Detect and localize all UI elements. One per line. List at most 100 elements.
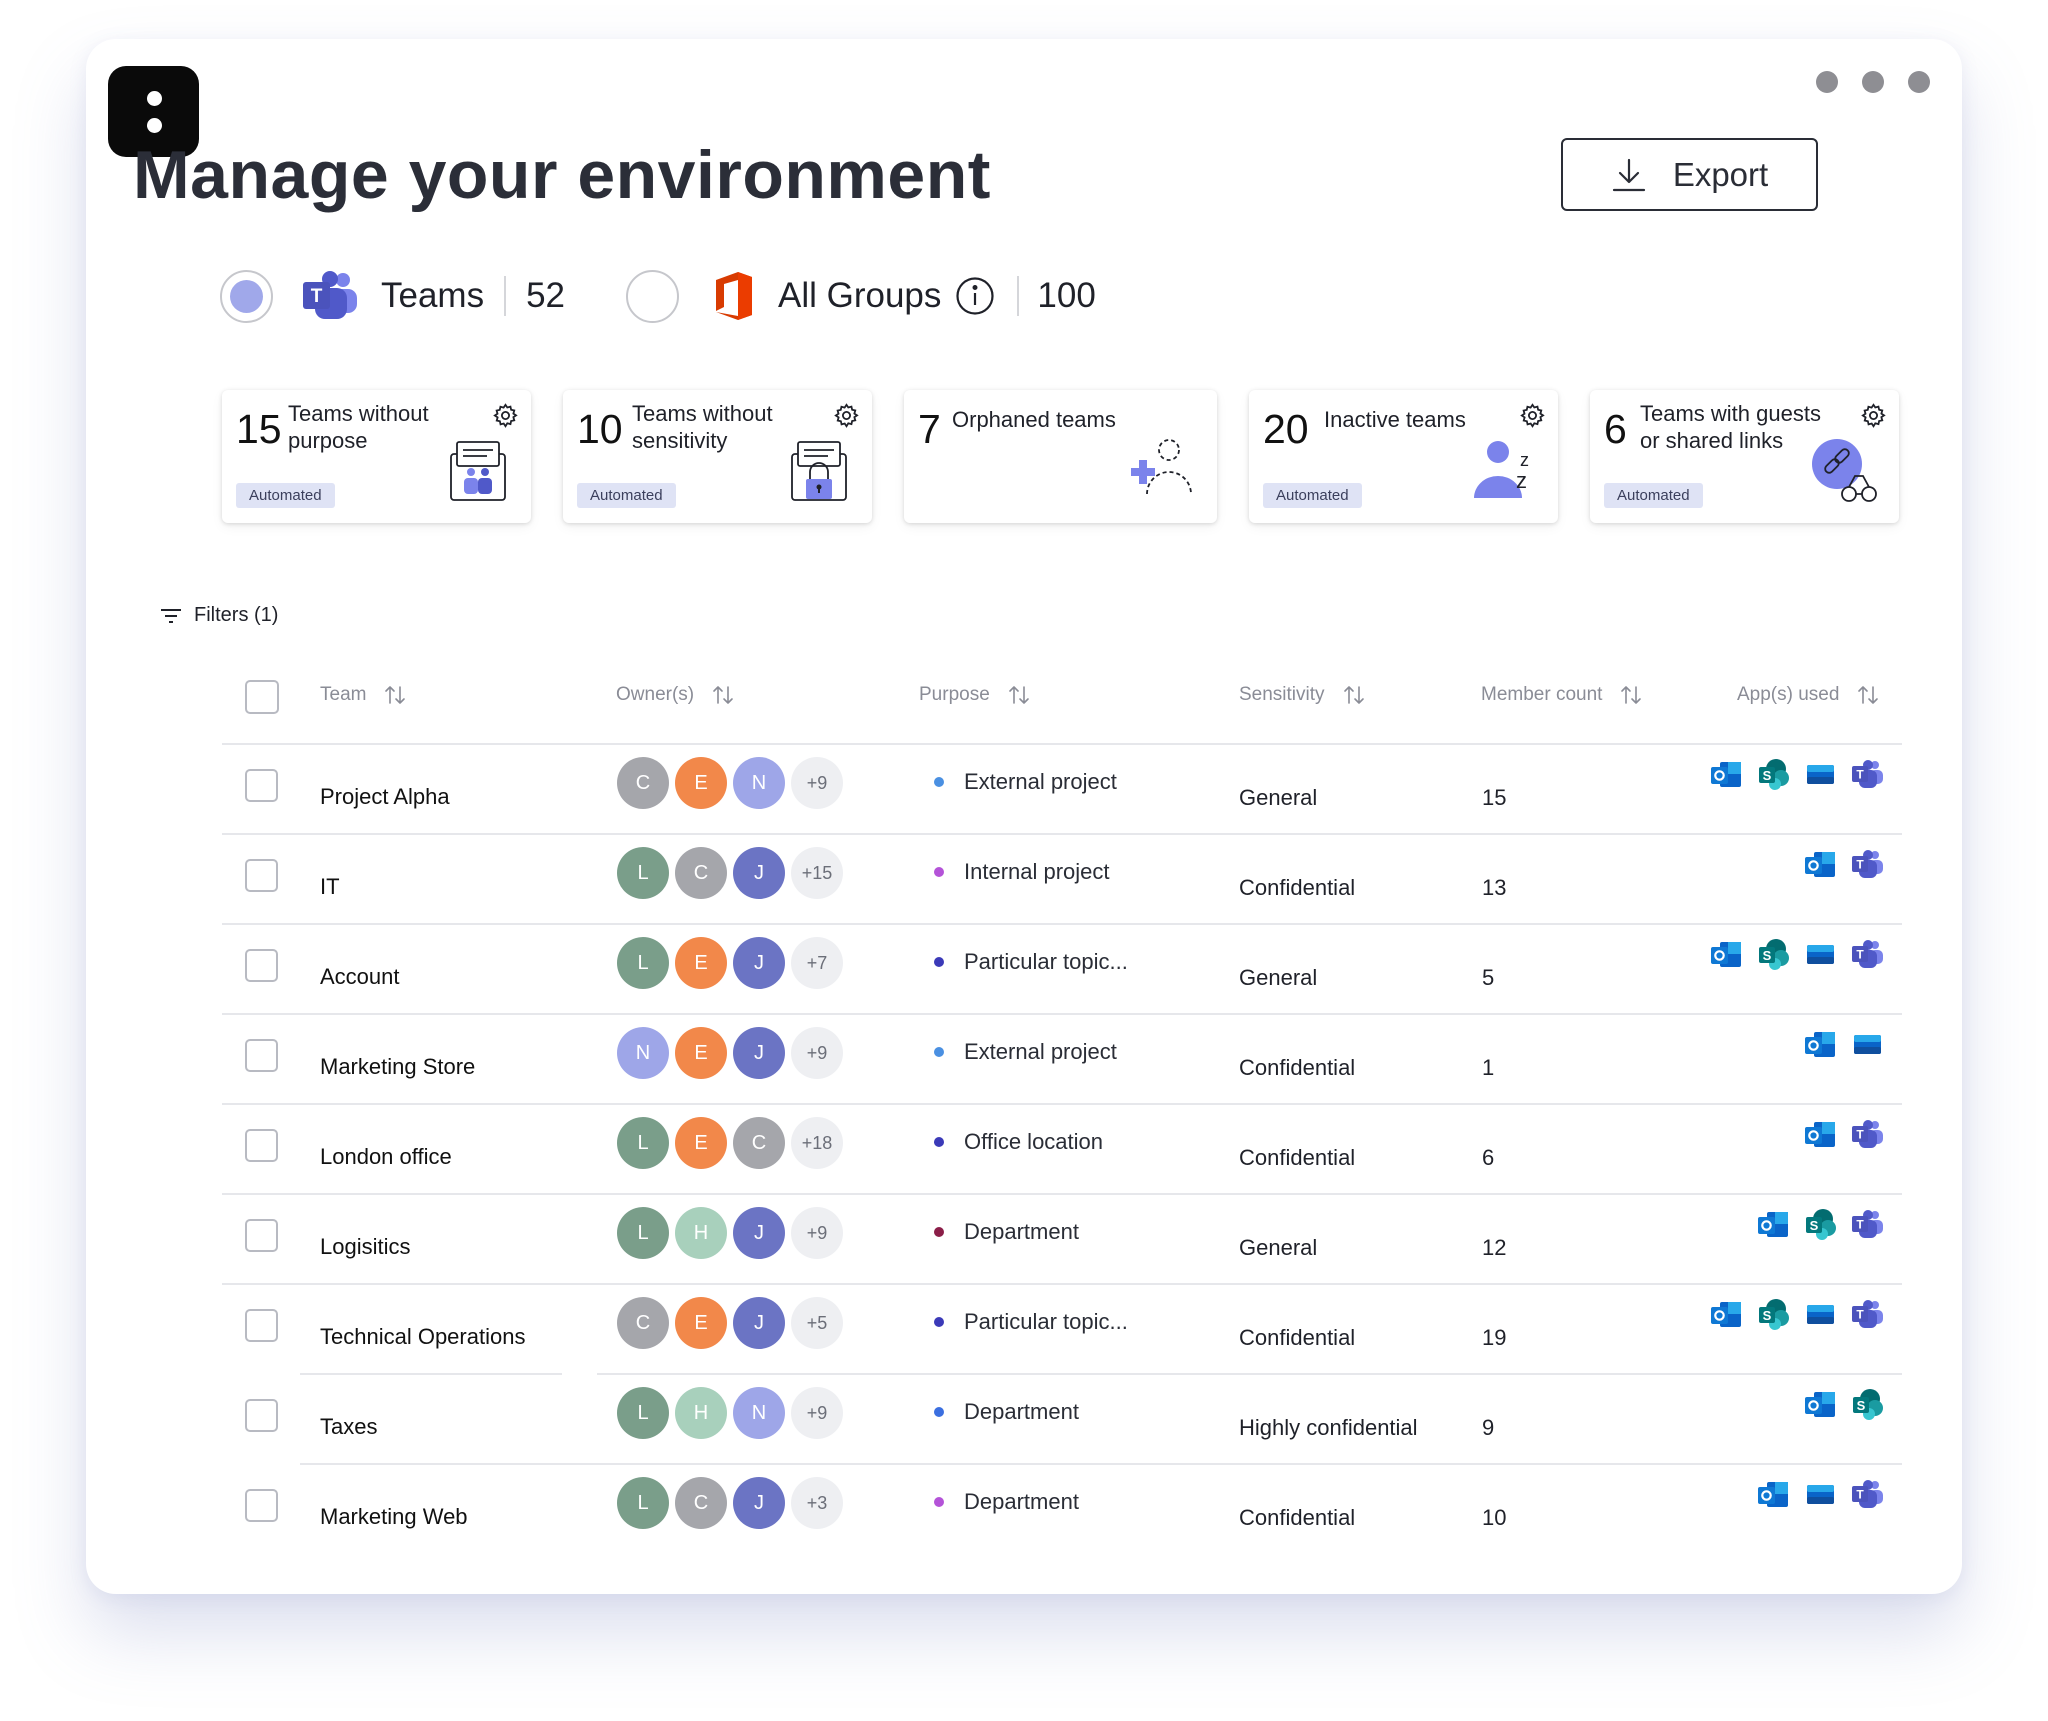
avatar[interactable]: E [675, 937, 727, 989]
row-checkbox[interactable] [245, 1039, 278, 1072]
gear-icon[interactable] [1519, 402, 1546, 429]
teams-icon[interactable]: T [1851, 938, 1884, 971]
outlook-icon[interactable] [1804, 1388, 1837, 1421]
owner-avatars[interactable]: L E J +7 [617, 937, 843, 989]
gear-icon[interactable] [492, 402, 519, 429]
scope-all-groups[interactable]: All Groups 100 [626, 268, 1096, 324]
exchange-icon[interactable] [1804, 758, 1837, 791]
teams-icon[interactable]: T [1851, 1478, 1884, 1511]
more-owners-badge[interactable]: +3 [791, 1477, 843, 1529]
select-all-checkbox[interactable] [245, 680, 279, 714]
info-icon[interactable] [955, 276, 995, 316]
more-owners-badge[interactable]: +5 [791, 1297, 843, 1349]
sort-icon[interactable] [712, 685, 734, 705]
row-checkbox[interactable] [245, 949, 278, 982]
owner-avatars[interactable]: L H J +9 [617, 1207, 843, 1259]
teams-icon[interactable]: T [1851, 758, 1884, 791]
avatar[interactable]: L [617, 1207, 669, 1259]
avatar[interactable]: E [675, 1297, 727, 1349]
exchange-icon[interactable] [1804, 938, 1837, 971]
sort-icon[interactable] [1857, 685, 1879, 705]
card-teams-with-guests[interactable]: 6 Teams with guests or shared links Auto… [1590, 390, 1899, 523]
outlook-icon[interactable] [1804, 1118, 1837, 1151]
outlook-icon[interactable] [1804, 1028, 1837, 1061]
column-header-sensitivity[interactable]: Sensitivity [1239, 684, 1365, 706]
avatar[interactable]: L [617, 937, 669, 989]
avatar[interactable]: H [675, 1207, 727, 1259]
team-name[interactable]: Marketing Web [320, 1504, 468, 1530]
row-checkbox[interactable] [245, 1129, 278, 1162]
window-menu-dots[interactable] [1816, 71, 1930, 93]
team-name[interactable]: Technical Operations [320, 1324, 525, 1350]
teams-icon[interactable]: T [1851, 1298, 1884, 1331]
more-owners-badge[interactable]: +15 [791, 847, 843, 899]
owner-avatars[interactable]: L H N +9 [617, 1387, 843, 1439]
row-checkbox[interactable] [245, 1219, 278, 1252]
avatar[interactable]: J [733, 1477, 785, 1529]
card-orphaned-teams[interactable]: 7 Orphaned teams [904, 390, 1217, 523]
outlook-icon[interactable] [1804, 848, 1837, 881]
row-checkbox[interactable] [245, 1399, 278, 1432]
avatar[interactable]: C [617, 757, 669, 809]
more-owners-badge[interactable]: +9 [791, 1387, 843, 1439]
sharepoint-icon[interactable]: S [1757, 1298, 1790, 1331]
row-checkbox[interactable] [245, 1309, 278, 1342]
team-name[interactable]: Marketing Store [320, 1054, 475, 1080]
outlook-icon[interactable] [1710, 938, 1743, 971]
exchange-icon[interactable] [1804, 1298, 1837, 1331]
teams-icon[interactable]: T [1851, 1118, 1884, 1151]
avatar[interactable]: J [733, 847, 785, 899]
avatar[interactable]: J [733, 937, 785, 989]
groups-radio[interactable] [626, 269, 679, 323]
exchange-icon[interactable] [1851, 1028, 1884, 1061]
avatar[interactable]: E [675, 1117, 727, 1169]
scope-teams[interactable]: T Teams 52 [220, 268, 565, 324]
avatar[interactable]: N [733, 1387, 785, 1439]
gear-icon[interactable] [833, 402, 860, 429]
more-owners-badge[interactable]: +7 [791, 937, 843, 989]
team-name[interactable]: London office [320, 1144, 452, 1170]
avatar[interactable]: J [733, 1027, 785, 1079]
owner-avatars[interactable]: N E J +9 [617, 1027, 843, 1079]
column-header-purpose[interactable]: Purpose [919, 684, 1030, 706]
avatar[interactable]: L [617, 1387, 669, 1439]
owner-avatars[interactable]: C E J +5 [617, 1297, 843, 1349]
gear-icon[interactable] [1860, 402, 1887, 429]
avatar[interactable]: C [617, 1297, 669, 1349]
outlook-icon[interactable] [1757, 1478, 1790, 1511]
exchange-icon[interactable] [1804, 1478, 1837, 1511]
teams-radio[interactable] [220, 269, 273, 323]
team-name[interactable]: Logisitics [320, 1234, 410, 1260]
card-teams-without-purpose[interactable]: 15 Teams without purpose Automated [222, 390, 531, 523]
outlook-icon[interactable] [1710, 758, 1743, 791]
teams-icon[interactable]: T [1851, 1208, 1884, 1241]
outlook-icon[interactable] [1757, 1208, 1790, 1241]
export-button[interactable]: Export [1561, 138, 1818, 211]
row-checkbox[interactable] [245, 769, 278, 802]
card-teams-without-sensitivity[interactable]: 10 Teams without sensitivity Automated [563, 390, 872, 523]
sort-icon[interactable] [1008, 685, 1030, 705]
sort-icon[interactable] [1620, 685, 1642, 705]
row-checkbox[interactable] [245, 1489, 278, 1522]
avatar[interactable]: J [733, 1207, 785, 1259]
outlook-icon[interactable] [1710, 1298, 1743, 1331]
more-owners-badge[interactable]: +9 [791, 1027, 843, 1079]
avatar[interactable]: C [675, 847, 727, 899]
avatar[interactable]: J [733, 1297, 785, 1349]
card-inactive-teams[interactable]: 20 Inactive teams Automated z z [1249, 390, 1558, 523]
column-header-owner-s[interactable]: Owner(s) [616, 684, 734, 706]
sharepoint-icon[interactable]: S [1804, 1208, 1837, 1241]
avatar[interactable]: E [675, 1027, 727, 1079]
owner-avatars[interactable]: L C J +15 [617, 847, 843, 899]
avatar[interactable]: C [675, 1477, 727, 1529]
owner-avatars[interactable]: L C J +3 [617, 1477, 843, 1529]
sort-icon[interactable] [384, 685, 406, 705]
team-name[interactable]: Account [320, 964, 400, 990]
avatar[interactable]: L [617, 847, 669, 899]
team-name[interactable]: IT [320, 874, 340, 900]
sharepoint-icon[interactable]: S [1851, 1388, 1884, 1421]
filters-button[interactable]: Filters (1) [160, 604, 278, 627]
more-owners-badge[interactable]: +9 [791, 757, 843, 809]
column-header-member-count[interactable]: Member count [1481, 684, 1642, 706]
avatar[interactable]: L [617, 1117, 669, 1169]
